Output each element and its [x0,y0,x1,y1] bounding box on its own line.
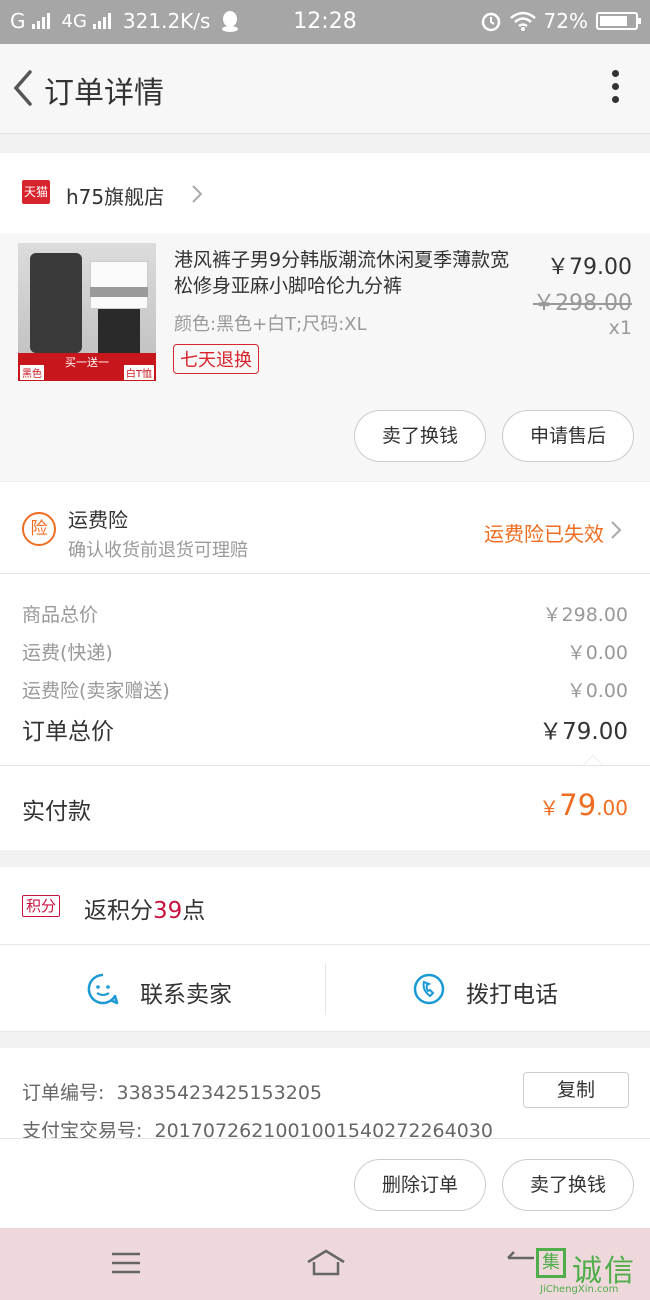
home-icon[interactable] [306,1248,346,1278]
delete-order-button[interactable]: 删除订单 [354,1159,486,1211]
chevron-right-icon [611,521,622,539]
order-number-row: 订单编号: 33835423425153205 [22,1078,322,1105]
summary-label: 运费(快递) [22,642,113,664]
currency-symbol: ￥ [539,796,560,820]
image-right-label: 白T恤 [123,365,154,380]
points-row: 积分 返积分39点 [0,867,650,944]
battery-percent: 72% [543,9,588,33]
menu-icon[interactable] [108,1248,144,1278]
shop-row[interactable]: 天猫 h75旗舰店 [0,153,650,233]
product-item: 买一送一 黑色 白T恤 港风裤子男9分韩版潮流休闲夏季薄款宽松修身亚麻小脚哈伦九… [0,233,650,481]
product-price: ￥79.00 [547,255,632,280]
amount-integer: 79 [559,788,597,822]
summary-value: ￥298.00 [542,604,628,626]
amount-paid-value: ￥79.00 [539,788,628,822]
sell-for-cash-button[interactable]: 卖了换钱 [502,1159,634,1211]
return-policy-tag: 七天退换 [173,344,259,374]
watermark-url: JiChengXin.com [540,1284,619,1295]
more-options-icon[interactable] [612,70,620,104]
bottom-action-bar: 删除订单 卖了换钱 [0,1138,650,1228]
page-title: 订单详情 [44,76,164,111]
insurance-subtitle: 确认收货前退货可理赔 [68,540,248,561]
summary-label: 运费险(卖家赠送) [22,680,170,702]
wifi-icon [509,11,536,31]
summary-label: 商品总价 [22,604,99,626]
back-arrow-icon[interactable] [10,68,36,108]
alipay-number: 2017072621001001540272264030 [154,1120,493,1138]
product-quantity: x1 [608,317,632,339]
alarm-icon [481,12,500,32]
order-total-value: ￥79.00 [539,719,628,745]
product-original-price: ￥298.00 [533,291,632,316]
alipay-number-row: 支付宝交易号: 2017072621001001540272264030 [22,1116,493,1138]
summary-value: ￥0.00 [566,680,628,702]
points-text: 返积分39点 [84,891,205,925]
shipping-insurance-row[interactable]: 险 运费险 确认收货前退货可理赔 运费险已失效 [0,481,650,573]
call-phone-label: 拨打电话 [466,982,558,1008]
points-prefix: 返积分 [84,898,153,924]
contact-bar: 联系卖家 拨打电话 [0,944,650,1032]
shop-name[interactable]: h75旗舰店 [66,181,164,210]
call-phone-button[interactable]: 拨打电话 [325,963,650,1015]
product-image[interactable]: 买一送一 黑色 白T恤 [18,243,156,381]
phone-icon [413,973,445,1005]
amount-paid-row: 实付款 ￥79.00 [0,765,650,850]
order-total-label: 订单总价 [22,719,114,745]
amount-paid-label: 实付款 [22,799,91,825]
tmall-badge-icon: 天猫 [22,180,50,204]
insurance-status[interactable]: 运费险已失效 [484,518,604,547]
contact-seller-label: 联系卖家 [140,982,232,1008]
points-value: 39 [153,898,183,924]
chat-icon [87,973,119,1005]
insurance-title: 运费险 [68,508,128,532]
copy-button[interactable]: 复制 [523,1072,629,1108]
back-nav-icon[interactable] [504,1248,540,1278]
order-number: 33835423425153205 [116,1082,323,1104]
points-suffix: 点 [182,898,206,924]
product-title[interactable]: 港风裤子男9分韩版潮流休闲夏季薄款宽松修身亚麻小脚哈伦九分裤 [174,247,519,299]
apply-aftersale-button[interactable]: 申请售后 [502,410,634,462]
watermark-char: 集 [536,1248,566,1278]
price-summary: 商品总价 ￥298.00 运费(快递) ￥0.00 运费险(卖家赠送) ￥0.0… [0,573,650,766]
battery-icon [596,12,641,30]
image-left-label: 黑色 [20,365,44,380]
points-badge-icon: 积分 [22,895,61,917]
contact-seller-button[interactable]: 联系卖家 [0,945,325,1033]
amount-decimal: .00 [596,796,628,820]
app-header: 订单详情 [0,44,650,134]
alipay-number-label: 支付宝交易号: [22,1120,143,1138]
order-number-label: 订单编号: [22,1082,105,1104]
order-info: 订单编号: 33835423425153205 复制 支付宝交易号: 20170… [0,1048,650,1138]
chevron-right-icon [192,185,203,203]
system-nav-bar: 集 诚信 JiChengXin.com [0,1228,650,1300]
insurance-icon: 险 [22,512,56,546]
summary-value: ￥0.00 [566,642,628,664]
watermark-logo: 集 诚信 JiChengXin.com [536,1246,646,1298]
status-bar: G 4G 321.2K/s 12:28 72% [0,0,650,44]
product-spec: 颜色:黑色+白T;尺码:XL [174,314,367,335]
sell-for-cash-button[interactable]: 卖了换钱 [354,410,486,462]
